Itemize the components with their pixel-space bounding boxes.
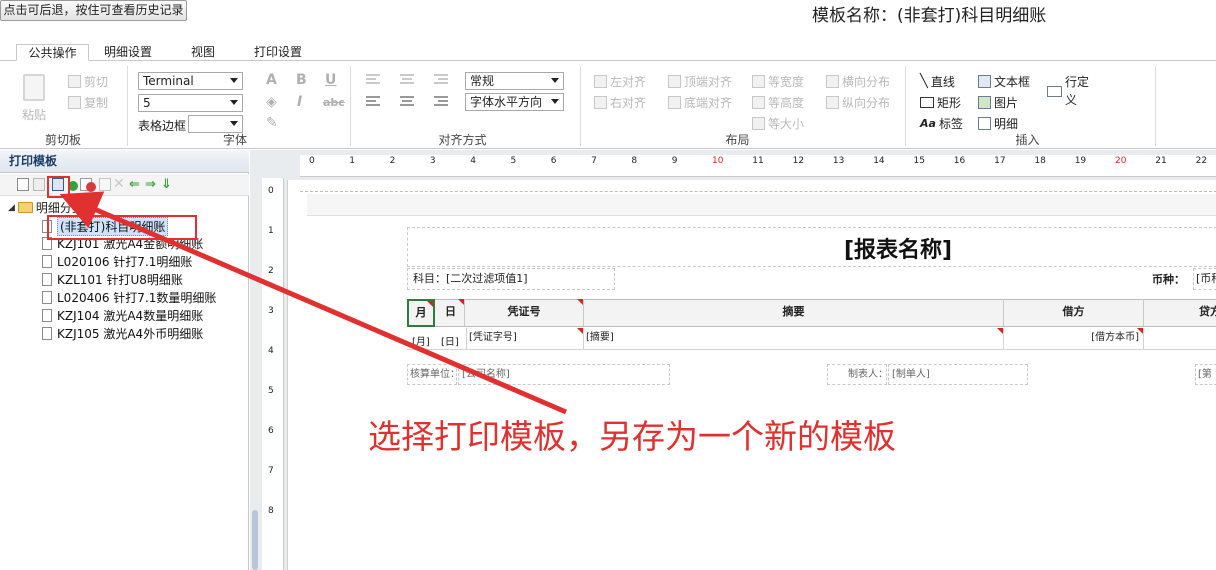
annotation-text: 选择打印模板，另存为一个新的模板 [368,417,896,456]
annotation-arrow [59,191,567,415]
